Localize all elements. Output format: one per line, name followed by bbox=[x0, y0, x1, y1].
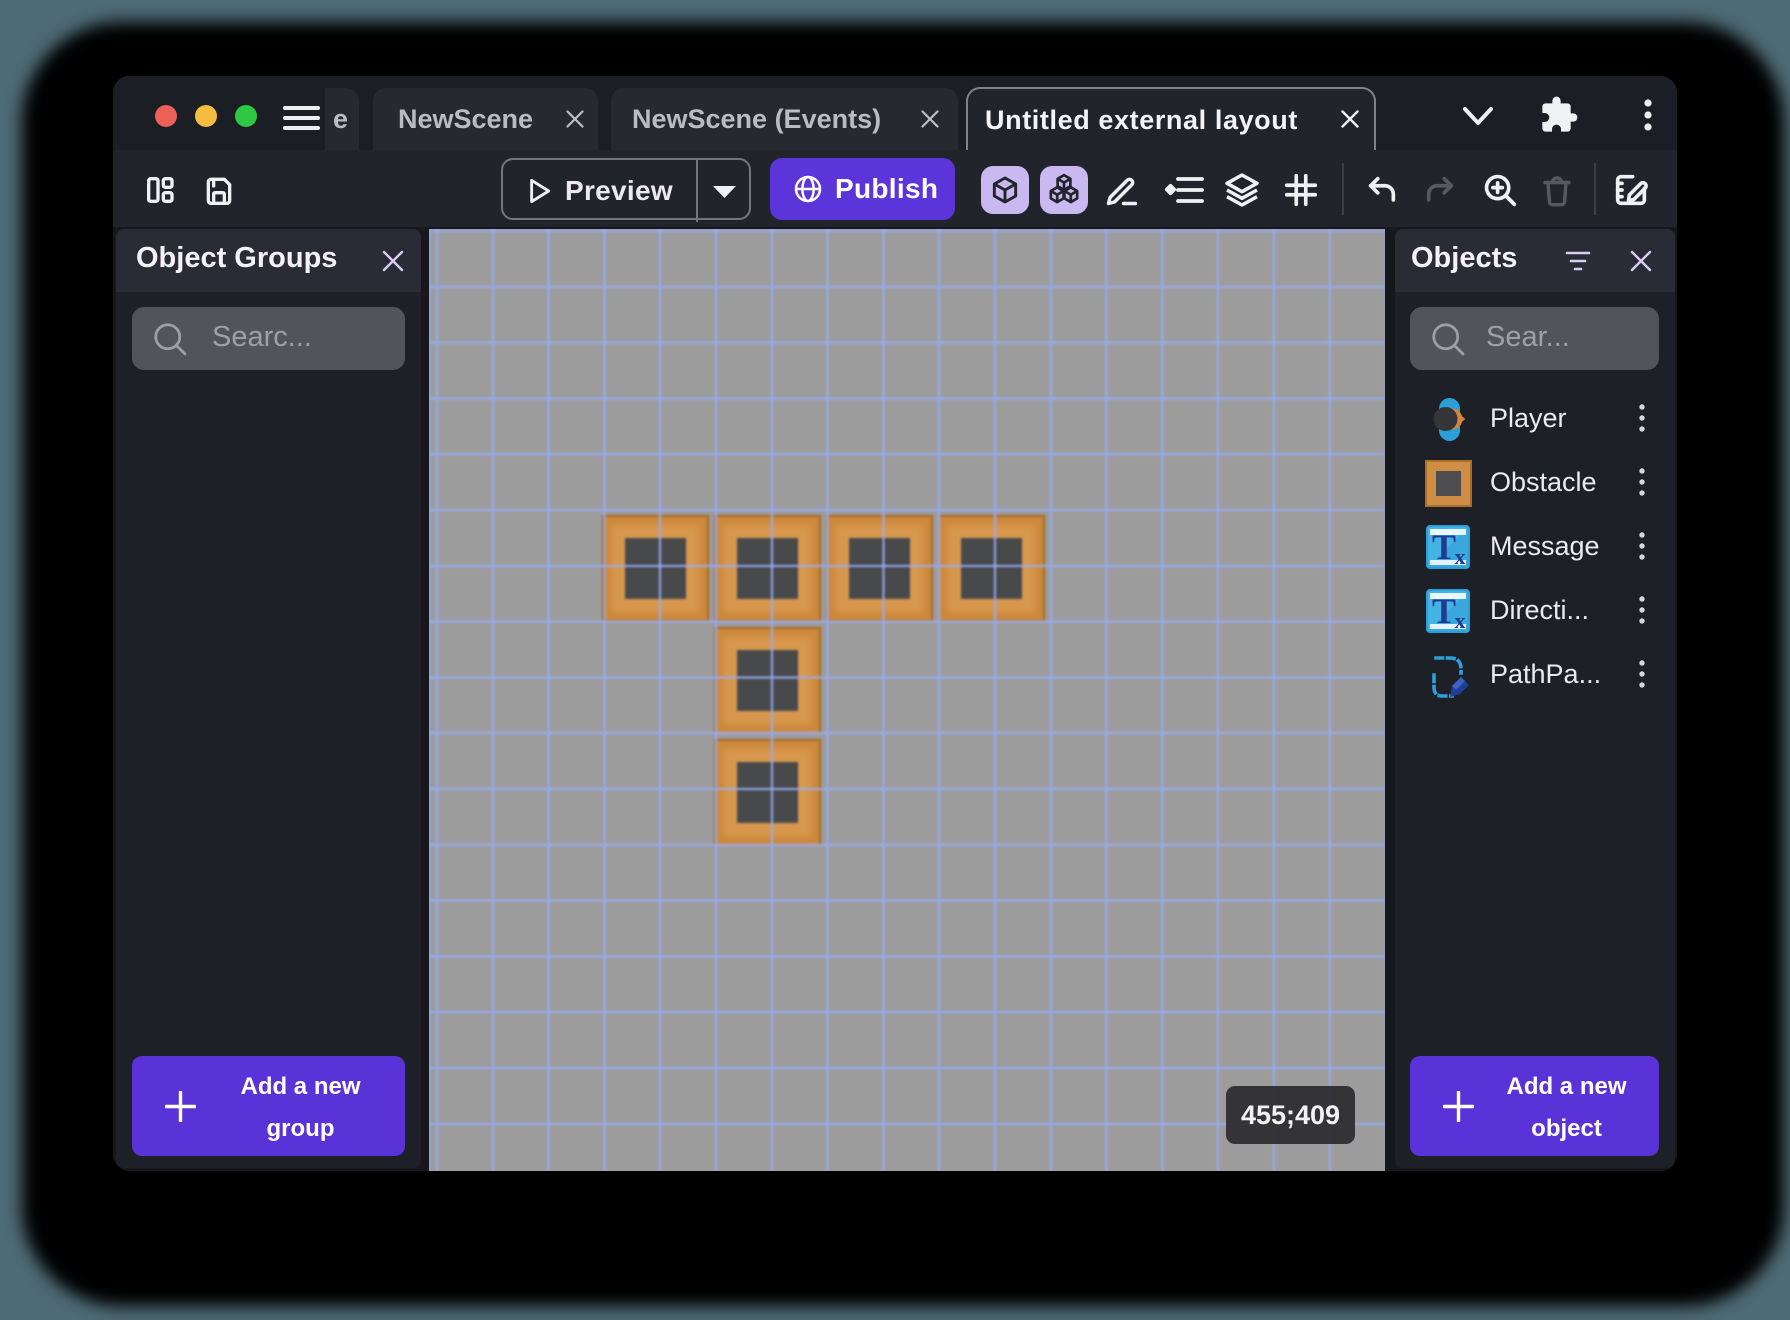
svg-text:T: T bbox=[1432, 527, 1456, 567]
svg-text:x: x bbox=[1455, 608, 1466, 633]
svg-text:x: x bbox=[1455, 544, 1466, 569]
svg-text:T: T bbox=[1432, 591, 1456, 631]
